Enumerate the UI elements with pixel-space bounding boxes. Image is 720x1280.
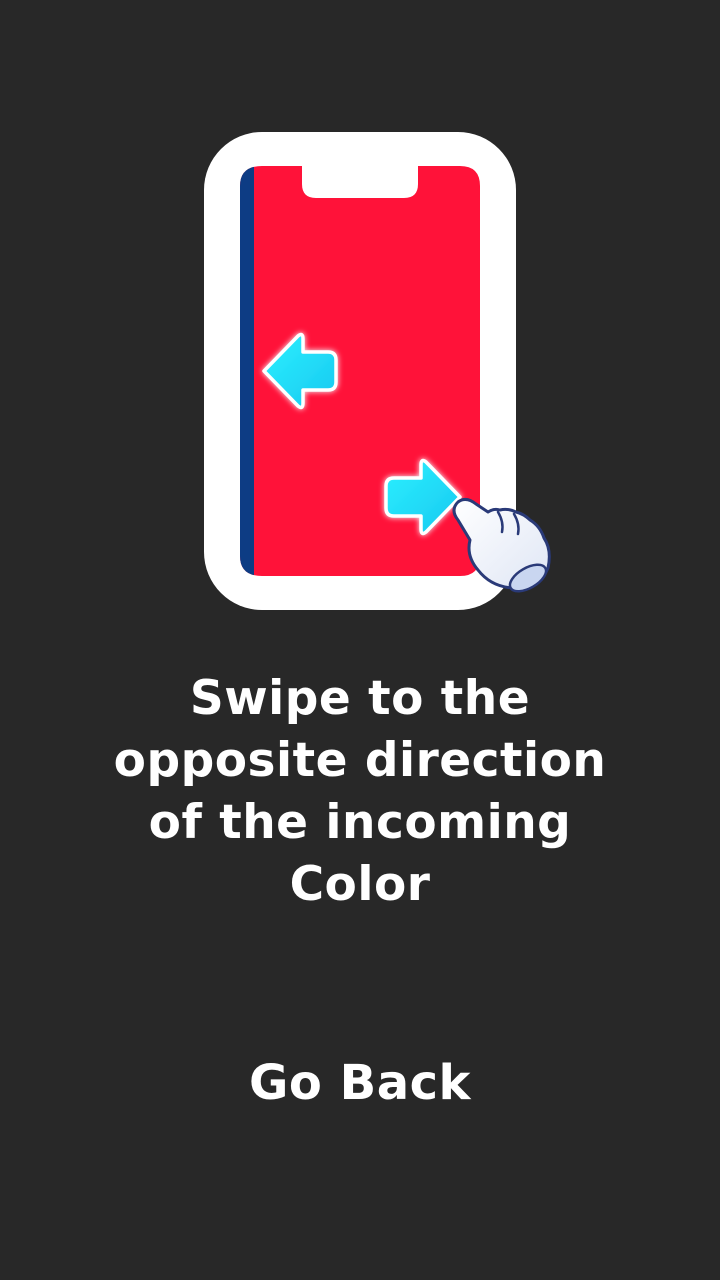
instruction-line: Color: [289, 857, 431, 912]
instruction-line: Swipe to the: [189, 671, 531, 726]
instruction-text: Swipe to the opposite direction of the i…: [60, 668, 660, 916]
incoming-color-strip: [240, 166, 254, 576]
tutorial-illustration: [204, 132, 551, 610]
instruction-line: of the incoming: [148, 795, 572, 850]
instruction-line: opposite direction: [113, 733, 607, 788]
go-back-button[interactable]: Go Back: [210, 1048, 510, 1118]
